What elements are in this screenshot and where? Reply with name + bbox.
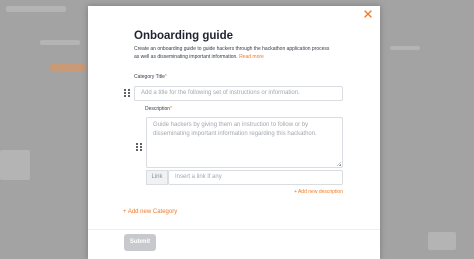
footer-divider (88, 229, 380, 230)
required-mark: * (164, 74, 167, 80)
modal-description-text: Create an onboarding guide to guide hack… (134, 46, 330, 60)
add-new-category-link[interactable]: + Add new Category (123, 209, 177, 215)
modal-description: Create an onboarding guide to guide hack… (134, 46, 334, 61)
onboarding-guide-modal: Onboarding guide Create an onboarding gu… (88, 6, 380, 259)
category-title-label: Category Title* (134, 74, 167, 80)
resize-handle-icon[interactable] (337, 162, 341, 166)
add-new-description-link[interactable]: + Add new description (294, 189, 343, 195)
link-input[interactable]: Insert a link if any (168, 170, 343, 185)
drag-handle-icon[interactable] (124, 89, 130, 97)
description-placeholder: Guide hackers by giving them an instruct… (153, 122, 317, 137)
modal-title: Onboarding guide (134, 30, 234, 42)
category-title-placeholder: Add a title for the following set of ins… (141, 90, 300, 96)
close-icon-glyph (364, 10, 372, 18)
close-icon[interactable] (362, 9, 374, 21)
submit-button[interactable]: Submit (124, 234, 156, 251)
background-header (6, 6, 66, 12)
required-mark: * (170, 106, 172, 112)
link-placeholder: Insert a link if any (175, 174, 222, 180)
background-text (390, 46, 420, 50)
background-text (40, 40, 80, 45)
link-prefix-tag: Link (146, 170, 168, 185)
background-highlight (50, 64, 86, 71)
drag-handle-icon[interactable] (136, 143, 142, 151)
category-title-input[interactable]: Add a title for the following set of ins… (134, 86, 343, 101)
background-button (428, 232, 456, 250)
background-block (0, 150, 30, 180)
category-title-label-text: Category Title (134, 74, 165, 80)
description-textarea[interactable]: Guide hackers by giving them an instruct… (146, 117, 343, 168)
read-more-link[interactable]: Read more (239, 54, 264, 60)
description-label-text: Description (145, 106, 171, 112)
description-label: Description* (145, 106, 172, 112)
